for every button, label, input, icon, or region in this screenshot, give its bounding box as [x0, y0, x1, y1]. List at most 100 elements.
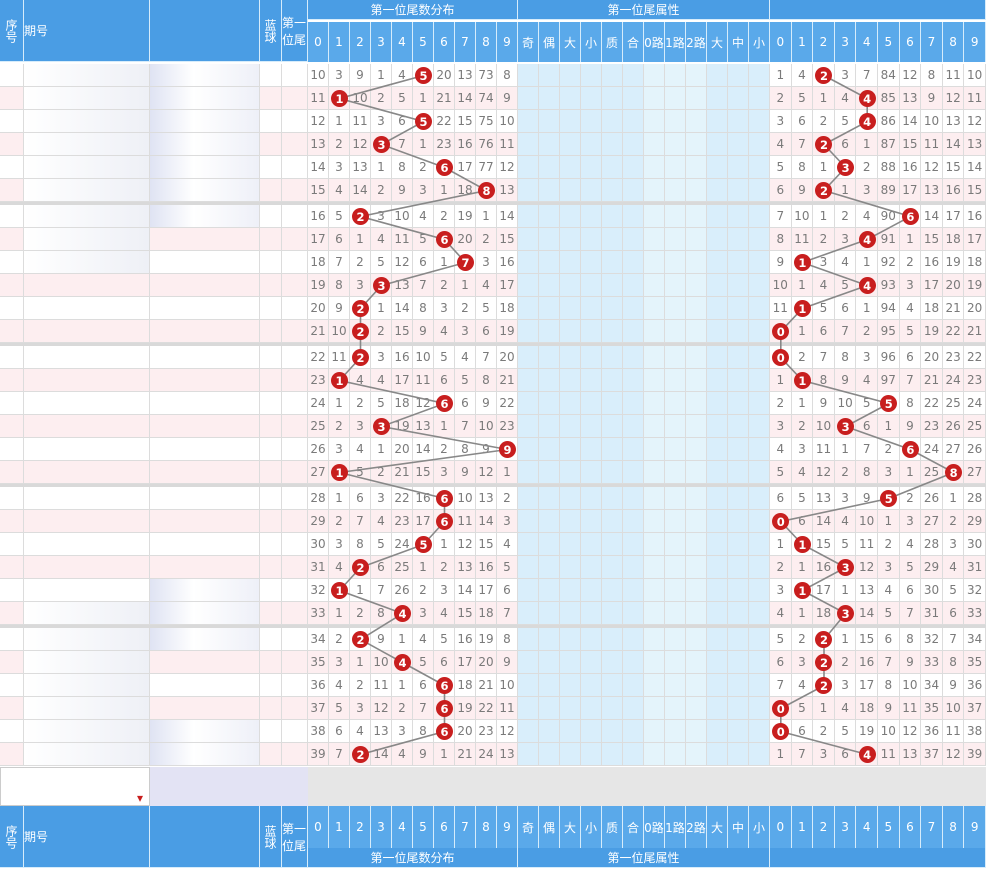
attr-cell	[539, 133, 560, 156]
dist-cell: 9	[329, 297, 350, 320]
attr-cell	[539, 392, 560, 415]
attr-cell	[728, 205, 749, 228]
row-period	[24, 533, 150, 556]
dist2-cell: 8	[878, 674, 900, 697]
dist2-cell	[791, 251, 814, 274]
row-blue-ball	[260, 697, 282, 720]
attr-cell	[581, 674, 602, 697]
dist2-cell: 16	[813, 556, 835, 579]
row-blue-ball	[260, 743, 282, 766]
dist-cell	[434, 228, 455, 251]
attr-cell	[686, 556, 707, 579]
attr-cell	[686, 743, 707, 766]
dist2-cell: 1	[770, 533, 792, 556]
attr-cell	[707, 628, 728, 651]
dist2-cell: 28	[964, 487, 986, 510]
dist2-cell: 10	[942, 697, 965, 720]
attr-cell	[581, 720, 602, 743]
attr-cell	[644, 415, 665, 438]
attr-cell	[602, 297, 623, 320]
header-attr-6: 0路	[644, 22, 665, 62]
dist2-cell: 3	[770, 415, 792, 438]
dist-cell: 14	[476, 510, 497, 533]
dist2-cell: 28	[921, 533, 943, 556]
attr-cell	[707, 461, 728, 484]
attr-cell	[623, 64, 644, 87]
dist-cell: 4	[350, 438, 371, 461]
dist-cell: 76	[476, 133, 497, 156]
dist-cell: 4	[371, 510, 392, 533]
dist-cell: 5	[497, 556, 518, 579]
attr-cell	[749, 438, 770, 461]
row-tail	[282, 720, 308, 743]
attr-cell	[581, 274, 602, 297]
row-blue-ball	[260, 179, 282, 202]
dist2-cell: 26	[942, 415, 965, 438]
dist-cell: 7	[455, 415, 476, 438]
attr-cell	[623, 556, 644, 579]
header-blue: 蓝球	[260, 0, 282, 62]
row-seq	[0, 438, 24, 461]
row-seq	[0, 64, 24, 87]
attr-cell	[749, 110, 770, 133]
dist-cell	[350, 205, 371, 228]
dist-cell	[434, 674, 455, 697]
attr-cell	[518, 674, 539, 697]
dist-cell: 10	[497, 674, 518, 697]
attr-cell	[581, 415, 602, 438]
row-tail	[282, 179, 308, 202]
dist2-cell: 8	[813, 369, 835, 392]
dist-cell: 7	[413, 274, 434, 297]
header-attr-3: 小	[581, 806, 602, 848]
dist-cell: 1	[371, 156, 392, 179]
row-seq	[0, 628, 24, 651]
attr-cell	[728, 392, 749, 415]
dist-cell: 19	[455, 205, 476, 228]
dist2-cell: 4	[791, 461, 814, 484]
attr-cell	[686, 487, 707, 510]
dist2-cell: 1	[791, 320, 814, 343]
header-digit-0: 0	[308, 22, 329, 62]
dist2-cell: 6	[899, 579, 922, 602]
attr-cell	[686, 628, 707, 651]
attr-cell	[539, 510, 560, 533]
attr-cell	[665, 251, 686, 274]
attr-cell	[707, 205, 728, 228]
dist2-cell: 7	[878, 651, 900, 674]
attr-cell	[665, 297, 686, 320]
attr-cell	[518, 392, 539, 415]
attr-cell	[665, 651, 686, 674]
dist-cell	[413, 110, 434, 133]
period-select[interactable]: ▾	[0, 767, 150, 806]
dist2-cell: 2	[878, 533, 900, 556]
dist2-cell: 29	[921, 556, 943, 579]
attr-cell	[581, 602, 602, 625]
attr-cell	[623, 179, 644, 202]
dist2-cell: 36	[921, 720, 943, 743]
row-seq	[0, 651, 24, 674]
attr-cell	[560, 369, 581, 392]
attr-cell	[707, 346, 728, 369]
dist-cell: 10	[497, 110, 518, 133]
dist2-cell: 11	[921, 133, 943, 156]
dist-cell: 2	[371, 320, 392, 343]
dist2-cell	[791, 297, 814, 320]
dist-cell: 8	[329, 274, 350, 297]
dist2-cell: 6	[942, 602, 965, 625]
attr-cell	[518, 579, 539, 602]
attr-cell	[665, 156, 686, 179]
attr-cell	[686, 346, 707, 369]
dist-cell: 30	[308, 533, 329, 556]
attr-cell	[644, 133, 665, 156]
dist2-cell: 9	[770, 251, 792, 274]
dist-cell	[350, 628, 371, 651]
dist-cell: 11	[413, 369, 434, 392]
dist-cell: 1	[371, 64, 392, 87]
dist2-cell: 6	[878, 628, 900, 651]
dist2-cell: 5	[834, 274, 857, 297]
attr-cell	[728, 297, 749, 320]
dist-cell: 3	[329, 533, 350, 556]
dist-cell	[476, 179, 497, 202]
attr-cell	[728, 156, 749, 179]
dist-cell: 3	[434, 579, 455, 602]
